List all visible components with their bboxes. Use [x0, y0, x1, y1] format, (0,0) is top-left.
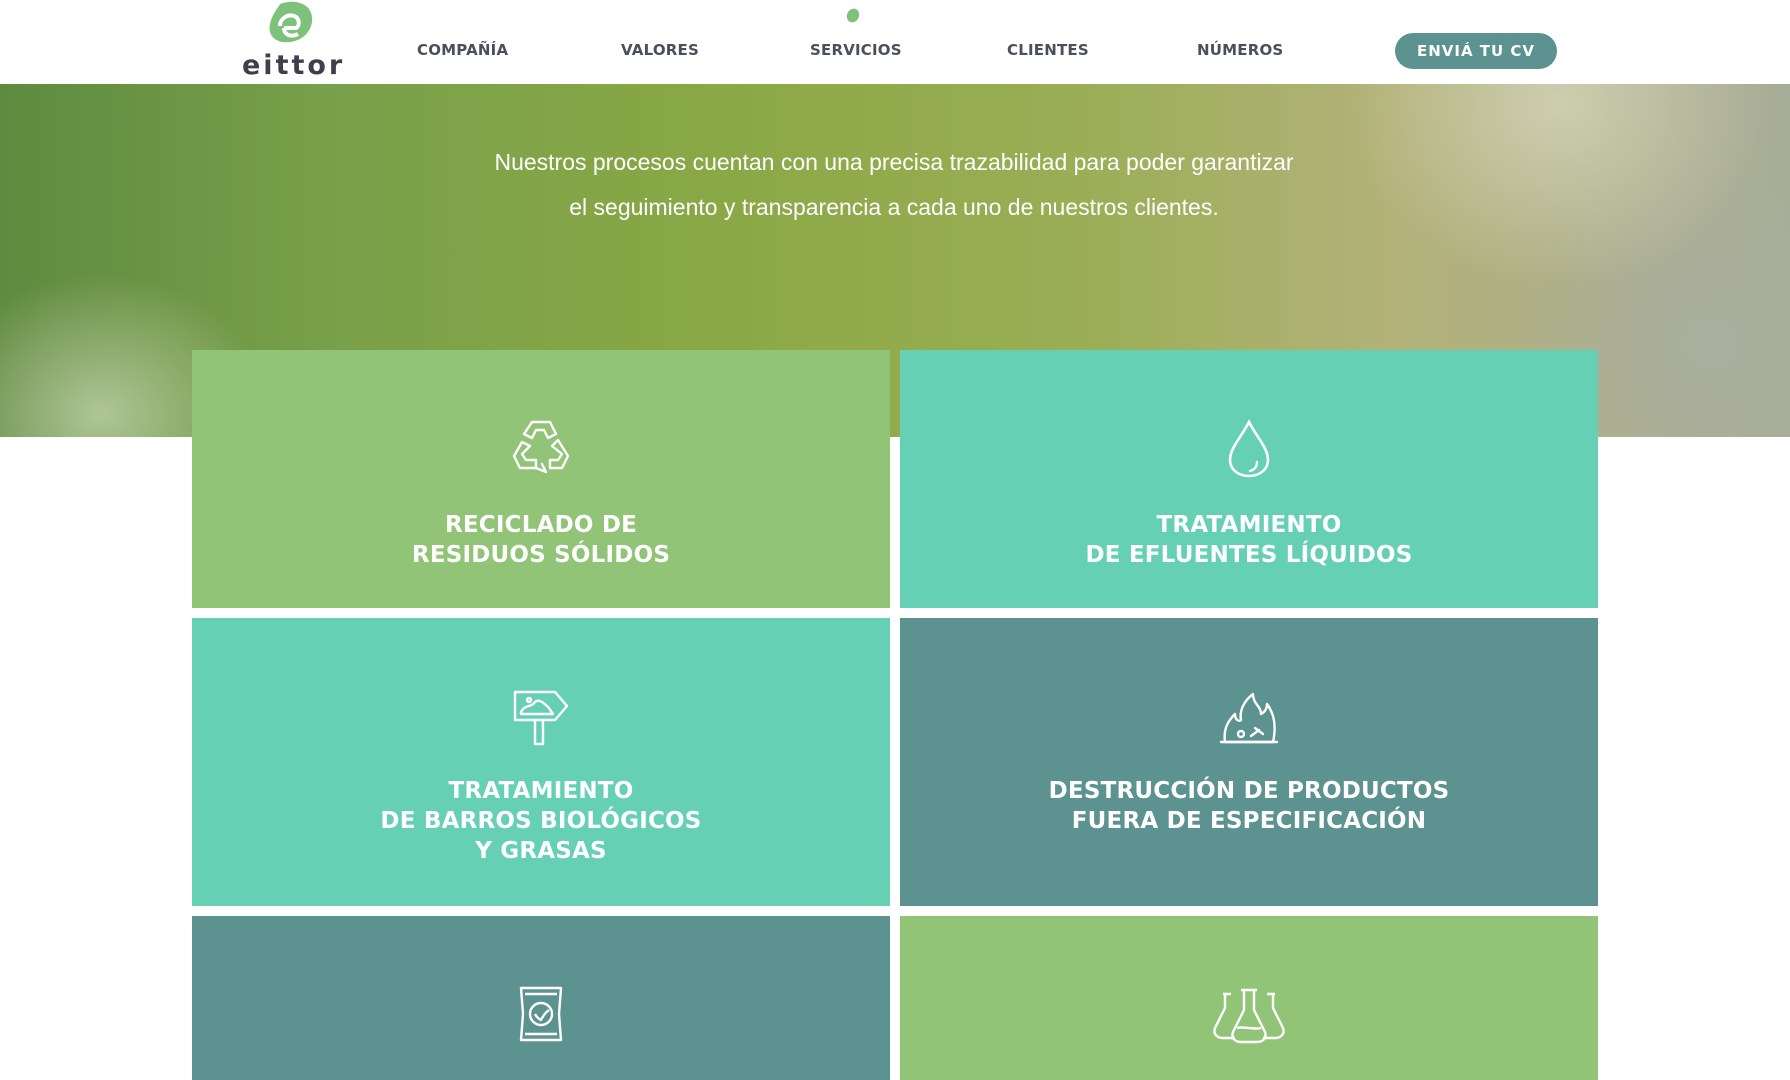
active-leaf-indicator-icon [846, 8, 860, 23]
send-cv-button[interactable]: ENVIÁ TU CV [1395, 33, 1557, 69]
nav-item-clientes[interactable]: CLIENTES [1007, 41, 1089, 59]
eittor-logo[interactable]: eittor [242, 0, 342, 84]
hero-description: Nuestros procesos cuentan con una precis… [494, 149, 1294, 220]
service-card-destruction[interactable]: DESTRUCCIÓN DE PRODUCTOS FUERA DE ESPECI… [900, 618, 1598, 906]
nav-item-numeros[interactable]: NÚMEROS [1197, 41, 1283, 59]
service-card-title: TRATAMIENTO DE EFLUENTES LÍQUIDOS [1085, 512, 1413, 568]
nav-item-servicios[interactable]: SERVICIOS [810, 41, 902, 59]
water-drop-icon [1228, 419, 1270, 478]
service-card-title: TRATAMIENTO DE BARROS BIOLÓGICOS Y GRASA… [380, 778, 702, 864]
service-card-title: RECICLADO DE RESIDUOS SÓLIDOS [411, 512, 671, 568]
fertilizer-bag-icon [519, 986, 563, 1042]
nav-item-valores[interactable]: VALORES [621, 41, 699, 59]
site-header: eittor COMPAÑÍA VALORES SERVICIOS CLIENT… [0, 0, 1790, 84]
service-card-fertilizer[interactable] [192, 916, 890, 1080]
service-card-laboratory[interactable] [900, 916, 1598, 1080]
nav-item-compania[interactable]: COMPAÑÍA [417, 41, 508, 59]
lab-flasks-icon [1213, 988, 1285, 1044]
sludge-sign-icon [513, 690, 569, 746]
recycle-icon [512, 420, 570, 474]
service-card-recycling[interactable]: RECICLADO DE RESIDUOS SÓLIDOS [192, 350, 890, 608]
service-card-sludge[interactable]: TRATAMIENTO DE BARROS BIOLÓGICOS Y GRASA… [192, 618, 890, 906]
logo-leaf-icon [269, 1, 313, 43]
fire-destruction-icon [1219, 692, 1279, 744]
service-card-title: DESTRUCCIÓN DE PRODUCTOS FUERA DE ESPECI… [1048, 778, 1450, 834]
service-card-effluents[interactable]: TRATAMIENTO DE EFLUENTES LÍQUIDOS [900, 350, 1598, 608]
brand-name: eittor [242, 50, 346, 81]
